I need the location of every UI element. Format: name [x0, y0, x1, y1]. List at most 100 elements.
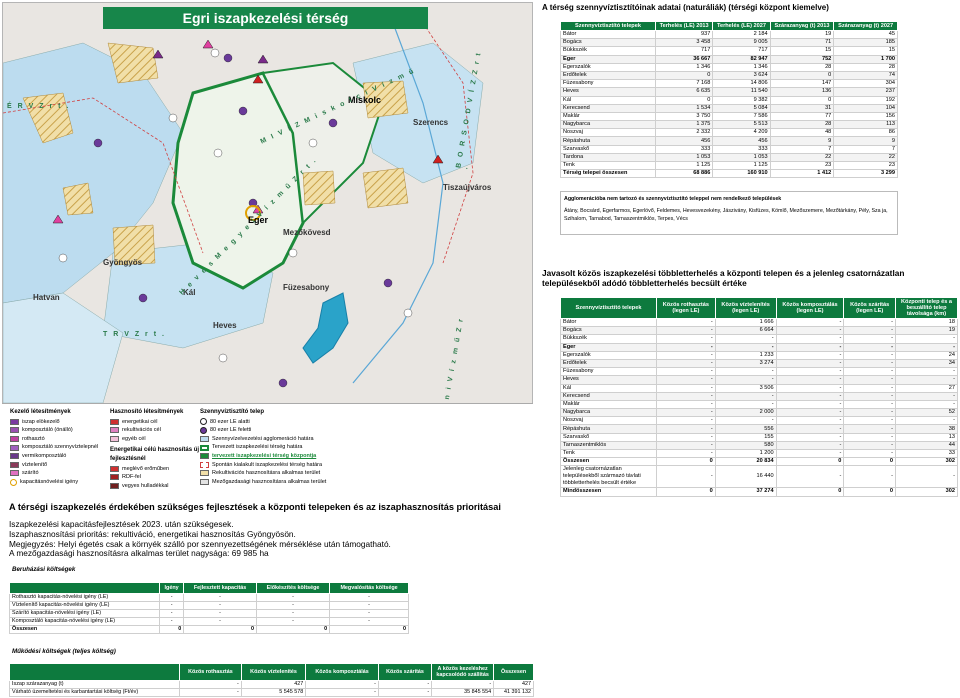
value-cell: 27 — [895, 383, 958, 393]
value-cell: 7 — [833, 144, 898, 154]
legend-item: Rekultivációs hasznosításra alkalmas ter… — [212, 470, 321, 477]
row-label-cell: Szárító kapacitás-növelési igény (LE) — [9, 609, 160, 618]
value-cell: 456 — [712, 136, 771, 146]
row-label-cell: Eger — [560, 54, 656, 64]
value-cell: 3 274 — [714, 358, 777, 369]
table-row: Noszvaj 2 332 4 209 48 86 — [560, 128, 898, 138]
value-cell: 11 540 — [712, 87, 771, 97]
value-cell: - — [714, 391, 777, 401]
value-cell: - — [775, 432, 845, 442]
row-label-cell: Füzesabony — [560, 367, 657, 377]
row-label-cell: Iszap szárazanyag (t) — [9, 680, 180, 689]
value-cell: 86 — [833, 128, 898, 138]
table-row: Bátor 937 2 184 19 45 — [560, 29, 898, 40]
value-cell: 0 — [329, 625, 409, 634]
row-label-cell: Tenk — [560, 160, 656, 171]
value-cell: 1 534 — [654, 103, 714, 113]
value-cell: - — [843, 317, 896, 328]
column-header: A közös kezeléshez kapcsolódó szállítás — [431, 663, 495, 681]
value-cell: 9 382 — [712, 95, 771, 105]
value-cell: 1 346 — [654, 62, 714, 72]
value-cell: 0 — [255, 625, 331, 634]
value-cell: - — [895, 399, 958, 410]
column-header: Közös rothasztás — [179, 663, 242, 681]
value-cell: 1 053 — [712, 152, 771, 163]
value-cell: - — [775, 317, 845, 328]
table-row: Egerszalók -1 233- -24 — [560, 350, 958, 360]
table-row: Nagybarca -2 000- -52 — [560, 408, 958, 418]
value-cell: 37 274 — [714, 487, 777, 497]
table-row: Összesen 0 0 0 0 — [9, 625, 409, 634]
row-label-cell: Jelenleg csatornázatlan településekből s… — [560, 465, 657, 489]
value-cell: 7 168 — [654, 79, 714, 89]
value-cell: 1 700 — [833, 54, 898, 64]
value-cell: - — [656, 358, 716, 369]
row-label-cell: Egerszalók — [560, 62, 656, 72]
value-cell: 74 — [833, 70, 898, 81]
legend-item: komposztáló szennyvíztelepnél — [22, 444, 99, 451]
value-cell: - — [656, 399, 716, 410]
value-cell: 160 910 — [712, 169, 771, 179]
value-cell: 31 — [769, 103, 835, 113]
value-cell: - — [775, 342, 845, 352]
value-cell: - — [183, 601, 257, 610]
value-cell: - — [255, 601, 331, 610]
column-header: Összesen — [493, 663, 534, 681]
value-cell: - — [843, 416, 896, 426]
value-cell: 717 — [654, 46, 714, 56]
value-cell: - — [714, 375, 777, 385]
value-cell: - — [714, 416, 777, 426]
row-label-cell: Nagybarca — [560, 408, 657, 418]
column-header: Közös komposztálás (legen LE) — [775, 297, 845, 319]
value-cell: 48 — [769, 128, 835, 138]
legend-item: Mezőgazdasági hasznosításra alkalmas ter… — [212, 478, 327, 485]
column-header: Előkészítés költsége — [255, 582, 331, 594]
row-label-cell: Répáshuta — [560, 136, 656, 146]
value-cell: - — [843, 408, 896, 418]
table-row: Heves - - - - - — [560, 375, 958, 385]
city-label: Szerencs — [413, 118, 449, 127]
city-label: Tiszaújváros — [443, 183, 492, 192]
table-row: Bogács -6 664- -19 — [560, 326, 958, 336]
table-row: Füzesabony 7 168 14 806 147 304 — [560, 79, 898, 89]
legend-item: komposztáló (önálló) — [22, 427, 73, 434]
value-cell: 3 299 — [833, 169, 898, 179]
row-label-cell: Füzesabony — [560, 79, 656, 89]
value-cell: - — [843, 358, 896, 369]
legend-col-plants: Szennyvíztisztító telep 80 ezer LE alatt… — [200, 408, 335, 486]
value-cell: - — [305, 688, 379, 697]
value-cell: 0 — [654, 70, 714, 81]
table-row: Heves 6 635 11 540 136 237 — [560, 87, 898, 97]
row-label-cell: Összesen — [9, 625, 160, 634]
city-label: Hatvan — [33, 293, 60, 302]
table-row: Egerszalók 1 346 1 346 28 28 — [560, 62, 898, 72]
value-cell: - — [714, 342, 777, 352]
table-row: Összesen 0 20 834 0 0 302 — [560, 457, 958, 467]
value-cell: - — [775, 367, 845, 377]
value-cell: 937 — [654, 29, 714, 40]
value-cell: - — [843, 440, 896, 451]
value-cell: - — [775, 326, 845, 336]
region-label: T R V Z r t . — [103, 331, 166, 338]
value-cell: 302 — [895, 457, 958, 467]
column-header: Szennyvíztisztító telepek — [560, 297, 657, 319]
value-cell: 68 886 — [654, 169, 714, 179]
value-cell: 156 — [833, 111, 898, 122]
value-cell: - — [843, 424, 896, 434]
value-cell: 7 586 — [712, 111, 771, 122]
row-label-cell: Maklár — [560, 399, 657, 410]
table-row: Térség telepei összesen 68 886 160 910 1 41… — [560, 169, 898, 179]
value-cell: 3 624 — [712, 70, 771, 81]
investment-cost-table: Igény Fejlesztett kapacitás Előkészítés … — [9, 582, 409, 634]
value-cell: 5 513 — [712, 120, 771, 130]
value-cell: - — [843, 334, 896, 344]
value-cell: 456 — [654, 136, 714, 146]
column-header — [9, 582, 160, 594]
value-cell: 1 053 — [654, 152, 714, 163]
legend-item: 80 ezer LE alatti — [210, 418, 250, 425]
value-cell: 41 391 132 — [493, 688, 534, 697]
value-cell: - — [843, 465, 896, 489]
row-label-cell: Maklár — [560, 111, 656, 122]
legend-item: vermikomposztáló — [22, 452, 67, 459]
column-header: Szárazanyag (t) 2027 — [833, 21, 898, 31]
